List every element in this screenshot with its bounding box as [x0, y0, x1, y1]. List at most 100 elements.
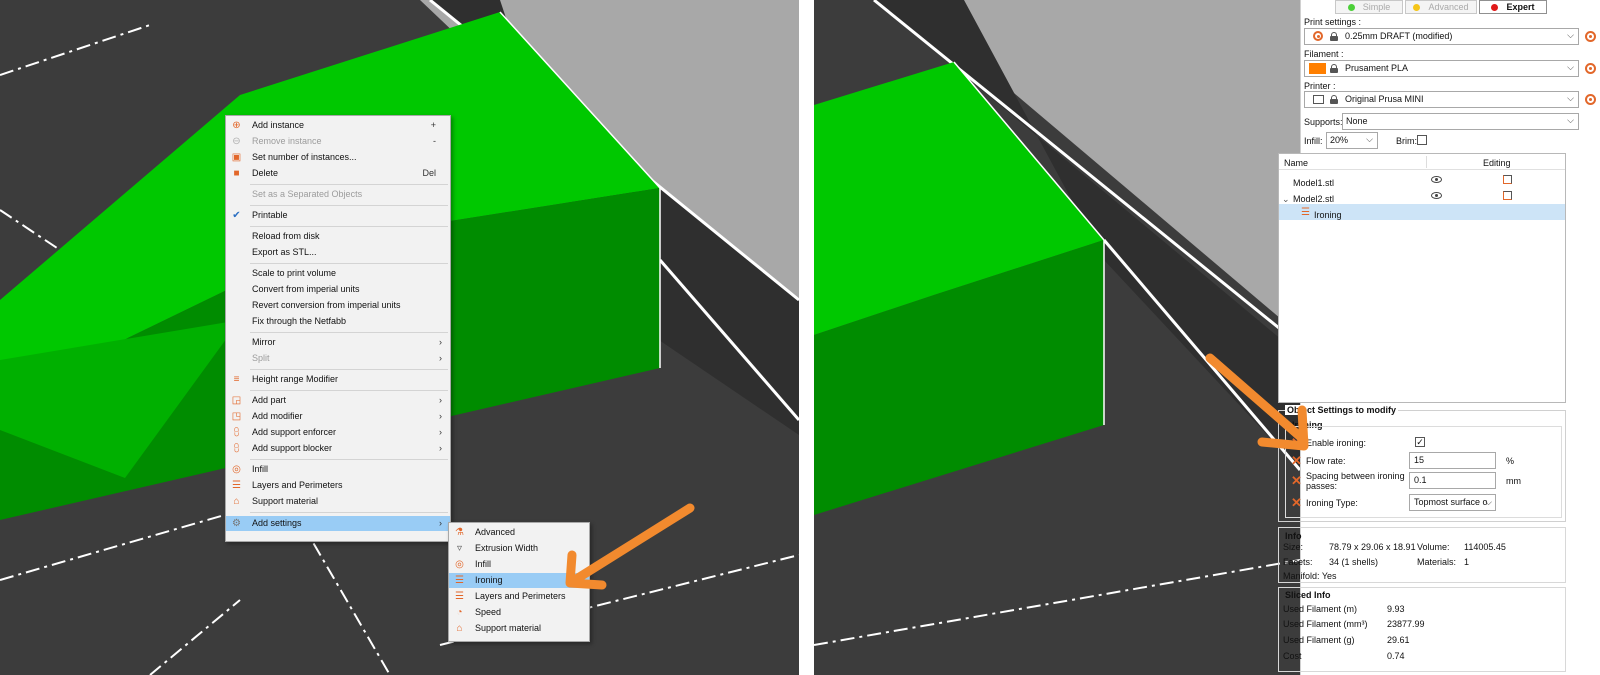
menu-item-export-stl[interactable]: Export as STL... — [226, 245, 450, 260]
visibility-eye-icon[interactable] — [1431, 192, 1442, 199]
submenu-item-support-material[interactable]: ⌂ Support material — [449, 621, 589, 636]
infill-combo[interactable]: 20% ⌵ — [1326, 132, 1378, 149]
column-name-header: Name — [1284, 158, 1309, 168]
advanced-icon: ⚗ — [455, 527, 464, 538]
menu-item-add-instance[interactable]: ⊕ Add instance + — [226, 118, 450, 133]
chevron-down-icon: ⌵ — [1485, 497, 1492, 507]
info-panel: Info Size: 78.79 x 29.06 x 18.91 Volume:… — [1278, 527, 1566, 583]
filament-gear-icon[interactable] — [1585, 63, 1596, 74]
flow-rate-unit: % — [1506, 456, 1515, 466]
menu-item-convert-imperial[interactable]: Convert from imperial units — [226, 282, 450, 297]
tree-row-model2[interactable]: ⌄ Model2.stl — [1279, 188, 1565, 204]
lock-icon — [1330, 32, 1338, 41]
menu-item-remove-instance[interactable]: ⊖ Remove instance - — [226, 134, 450, 149]
spacing-label-line1: Spacing between ironing — [1306, 471, 1405, 481]
advanced-mode-dot-icon — [1413, 4, 1421, 11]
spacing-input[interactable]: 0.1 — [1409, 472, 1496, 489]
menu-item-mirror[interactable]: Mirror › — [226, 335, 450, 350]
submenu-item-extrusion-width[interactable]: ▿ Extrusion Width — [449, 541, 589, 556]
facets-label: Facets: — [1283, 557, 1313, 567]
spacing-unit: mm — [1506, 476, 1521, 486]
remove-setting-x-icon[interactable]: ✕ — [1291, 454, 1302, 467]
visibility-eye-icon[interactable] — [1431, 176, 1442, 183]
used-filament-g-value: 29.61 — [1387, 635, 1410, 645]
mode-expert-button[interactable]: Expert — [1479, 0, 1547, 14]
ironing-type-select[interactable]: Topmost surface o ⌵ — [1409, 494, 1496, 511]
menu-item-layers-perimeters[interactable]: ☰ Layers and Perimeters — [226, 478, 450, 493]
mode-simple-button[interactable]: Simple — [1335, 0, 1403, 14]
submenu-item-infill[interactable]: ◎ Infill — [449, 557, 589, 572]
print-settings-label: Print settings : — [1304, 17, 1362, 27]
submenu-item-layers-perimeters[interactable]: ☰ Layers and Perimeters — [449, 589, 589, 604]
menu-item-reload[interactable]: Reload from disk — [226, 229, 450, 244]
menu-item-support-material[interactable]: ⌂ Support material — [226, 494, 450, 509]
remove-setting-x-icon[interactable]: ✕ — [1291, 436, 1302, 449]
menu-item-height-range[interactable]: ≡ Height range Modifier — [226, 372, 450, 387]
settings-icon: ⚙ — [232, 518, 241, 529]
menu-item-split[interactable]: Split › — [226, 351, 450, 366]
filament-combo[interactable]: Prusament PLA ⌵ — [1304, 60, 1579, 77]
menu-item-set-instances[interactable]: ▣ Set number of instances... — [226, 150, 450, 165]
menu-separator — [250, 332, 448, 333]
menu-separator — [250, 263, 448, 264]
sliced-info-panel: Sliced Info Used Filament (m) 9.93 Used … — [1278, 587, 1566, 672]
menu-item-support-blocker[interactable]: ⩉ Add support blocker › — [226, 441, 450, 456]
object-context-menu: ⊕ Add instance + ⊖ Remove instance - ▣ Set nu… — [225, 115, 451, 542]
object-list-header: Name Editing — [1279, 154, 1565, 170]
object-list: Name Editing Model1.stl ⌄ Model2.stl ☰ I… — [1278, 153, 1566, 403]
gear-icon — [1313, 31, 1323, 41]
used-filament-mm3-label: Used Filament (mm³) — [1283, 619, 1368, 629]
menu-item-scale-to-volume[interactable]: Scale to print volume — [226, 266, 450, 281]
enable-ironing-checkbox[interactable]: ✓ — [1415, 437, 1425, 447]
checkmark-icon: ✔ — [232, 210, 241, 221]
menu-item-add-modifier[interactable]: ◳ Add modifier › — [226, 409, 450, 424]
edit-settings-icon[interactable] — [1503, 191, 1512, 200]
viewport-3d-right[interactable] — [814, 0, 1300, 675]
menu-separator — [250, 390, 448, 391]
printer-combo[interactable]: Original Prusa MINI ⌵ — [1304, 91, 1579, 108]
column-editing-header: Editing — [1483, 158, 1511, 168]
tree-row-ironing[interactable]: ☰ Ironing — [1279, 204, 1565, 220]
printer-gear-icon[interactable] — [1585, 94, 1596, 105]
menu-item-revert-imperial[interactable]: Revert conversion from imperial units — [226, 298, 450, 313]
facets-value: 34 (1 shells) — [1329, 557, 1379, 567]
flow-rate-input[interactable]: 15 — [1409, 452, 1496, 469]
scene-right-svg — [814, 0, 1300, 675]
edit-settings-icon[interactable] — [1503, 175, 1512, 184]
lock-icon — [1330, 95, 1338, 104]
delete-icon: ■ — [233, 168, 240, 179]
filament-label: Filament : — [1304, 49, 1344, 59]
print-settings-gear-icon[interactable] — [1585, 31, 1596, 42]
menu-item-netfabb[interactable]: Fix through the Netfabb — [226, 314, 450, 329]
menu-item-add-part[interactable]: ◲ Add part › — [226, 393, 450, 408]
submenu-item-speed[interactable]: ◔ Speed — [449, 605, 589, 620]
menu-item-infill[interactable]: ◎ Infill — [226, 462, 450, 477]
tree-row-model1[interactable]: Model1.stl — [1279, 172, 1565, 188]
menu-item-separated-objects[interactable]: Set as a Separated Objects — [226, 187, 450, 202]
add-modifier-icon: ◳ — [231, 411, 242, 422]
remove-setting-x-icon[interactable]: ✕ — [1291, 474, 1302, 487]
menu-item-printable[interactable]: ✔ Printable — [226, 208, 450, 223]
menu-item-add-settings[interactable]: ⚙ Add settings › — [226, 516, 450, 531]
menu-separator — [250, 226, 448, 227]
menu-separator — [250, 184, 448, 185]
menu-item-delete[interactable]: ■ Delete Del — [226, 166, 450, 181]
mode-advanced-button[interactable]: Advanced — [1405, 0, 1477, 14]
volume-label: Volume: — [1417, 542, 1450, 552]
ironing-type-label: Ironing Type: — [1306, 498, 1358, 508]
remove-instance-icon: ⊖ — [232, 136, 241, 147]
submenu-item-ironing[interactable]: ☰ Ironing — [449, 573, 589, 588]
support-blocker-icon: ⩉ — [234, 443, 239, 454]
support-enforcer-icon: ⩉ — [234, 427, 239, 438]
info-title: Info — [1285, 531, 1302, 541]
menu-separator — [250, 205, 448, 206]
height-range-icon: ≡ — [233, 374, 240, 385]
supports-combo[interactable]: None ⌵ — [1342, 113, 1579, 130]
menu-separator — [250, 459, 448, 460]
brim-checkbox[interactable] — [1417, 135, 1427, 145]
menu-item-support-enforcer[interactable]: ⩉ Add support enforcer › — [226, 425, 450, 440]
submenu-item-advanced[interactable]: ⚗ Advanced — [449, 525, 589, 540]
chevron-right-icon: › — [439, 337, 442, 347]
remove-setting-x-icon[interactable]: ✕ — [1291, 496, 1302, 509]
print-settings-combo[interactable]: 0.25mm DRAFT (modified) ⌵ — [1304, 28, 1579, 45]
